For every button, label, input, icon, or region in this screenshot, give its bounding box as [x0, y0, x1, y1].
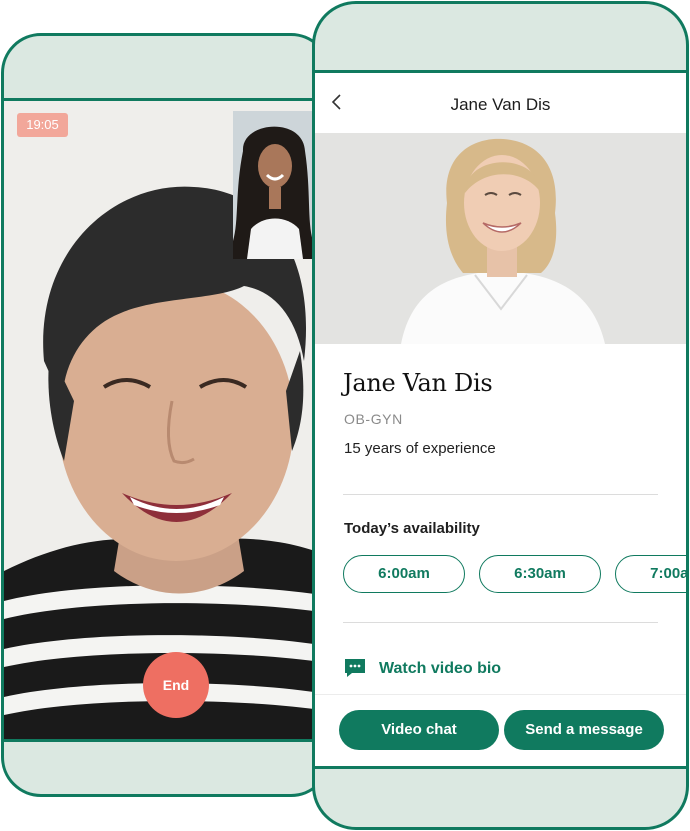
end-call-button[interactable]: End — [143, 652, 209, 718]
call-timer-badge: 19:05 — [17, 113, 68, 137]
send-message-button[interactable]: Send a message — [504, 710, 664, 750]
time-slot[interactable]: 6:30am — [479, 555, 601, 593]
time-slot[interactable]: 7:00am — [615, 555, 686, 593]
video-chat-button[interactable]: Video chat — [339, 710, 499, 750]
provider-photo — [315, 133, 686, 344]
self-view-video — [233, 111, 313, 259]
video-call-phone: 19:05 End — [1, 33, 331, 797]
provider-profile-phone: Jane Van Dis Jane Van Dis OB-GYN 15 year… — [312, 1, 689, 830]
provider-name: Jane Van Dis — [343, 369, 493, 397]
self-view-portrait — [233, 111, 313, 259]
provider-portrait — [315, 133, 686, 344]
action-bar: Video chat Send a message — [315, 694, 686, 766]
provider-experience: 15 years of experience — [344, 440, 496, 457]
video-call-screen: 19:05 End — [4, 98, 328, 742]
time-slot[interactable]: 6:00am — [343, 555, 465, 593]
chat-bubble-icon — [345, 659, 365, 677]
divider — [343, 494, 658, 495]
nav-title: Jane Van Dis — [450, 95, 551, 114]
availability-heading: Today’s availability — [344, 520, 480, 537]
provider-specialty: OB-GYN — [344, 411, 403, 427]
profile-screen: Jane Van Dis Jane Van Dis OB-GYN 15 year… — [315, 70, 686, 769]
navigation-bar: Jane Van Dis — [315, 73, 686, 133]
divider — [343, 622, 658, 623]
watch-video-bio-label: Watch video bio — [379, 660, 502, 677]
